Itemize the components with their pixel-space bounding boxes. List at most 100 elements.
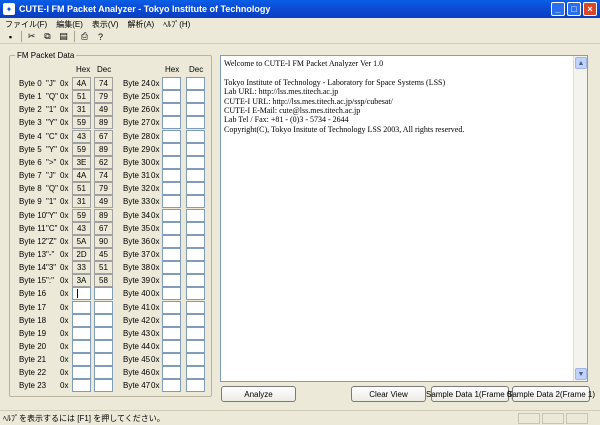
hex-field[interactable] bbox=[162, 208, 181, 222]
dec-field[interactable] bbox=[186, 182, 205, 196]
dec-field[interactable] bbox=[94, 326, 113, 340]
menu-file[interactable]: ファイル(F) bbox=[2, 19, 53, 30]
hex-field[interactable] bbox=[162, 353, 181, 367]
menu-edit[interactable]: 編集(E) bbox=[53, 19, 89, 30]
hex-field[interactable] bbox=[162, 142, 181, 156]
hex-field[interactable]: 59 bbox=[72, 142, 91, 156]
dec-field[interactable] bbox=[94, 313, 113, 327]
minimize-button[interactable]: _ bbox=[551, 2, 565, 16]
hex-field[interactable]: 31 bbox=[72, 103, 91, 117]
menu-analyze[interactable]: 解析(A) bbox=[125, 19, 161, 30]
dec-field[interactable] bbox=[186, 90, 205, 104]
dec-field[interactable]: 51 bbox=[94, 261, 113, 275]
dec-field[interactable]: 58 bbox=[94, 274, 113, 288]
clear-view-button[interactable]: Clear View bbox=[351, 386, 426, 402]
dec-field[interactable]: 79 bbox=[94, 90, 113, 104]
hex-field[interactable]: 4A bbox=[72, 169, 91, 183]
hex-field[interactable]: 43 bbox=[72, 129, 91, 143]
hex-field[interactable] bbox=[72, 340, 91, 353]
hex-field[interactable] bbox=[162, 77, 181, 90]
menu-help[interactable]: ﾍﾙﾌﾟ(H) bbox=[160, 19, 196, 30]
hex-field[interactable]: 3A bbox=[72, 274, 91, 288]
dec-field[interactable] bbox=[186, 340, 205, 353]
analyze-button[interactable]: Analyze bbox=[221, 386, 296, 402]
dec-field[interactable] bbox=[94, 379, 113, 393]
dec-field[interactable] bbox=[186, 379, 205, 393]
hex-field[interactable] bbox=[162, 379, 181, 393]
hex-field[interactable] bbox=[162, 287, 181, 301]
hex-field[interactable] bbox=[162, 221, 181, 235]
sample-data-1-button[interactable]: Sample Data 1(Frame 0) bbox=[426, 386, 514, 402]
dec-field[interactable] bbox=[186, 353, 205, 367]
print-icon[interactable]: ⎙ bbox=[78, 31, 91, 43]
dec-field[interactable]: 62 bbox=[94, 155, 113, 169]
dec-field[interactable]: 89 bbox=[94, 142, 113, 156]
dec-field[interactable] bbox=[186, 116, 205, 130]
dec-field[interactable]: 67 bbox=[94, 221, 113, 235]
hex-field[interactable] bbox=[72, 300, 91, 314]
hex-field[interactable] bbox=[162, 116, 181, 130]
dec-field[interactable] bbox=[186, 261, 205, 275]
hex-field[interactable] bbox=[162, 155, 181, 169]
dec-field[interactable]: 67 bbox=[94, 129, 113, 143]
sample-data-2-button[interactable]: Sample Data 2(Frame 1) bbox=[507, 386, 595, 402]
hex-field[interactable]: 2D bbox=[72, 247, 91, 261]
dec-field[interactable]: 74 bbox=[94, 169, 113, 183]
dec-field[interactable]: 89 bbox=[94, 208, 113, 222]
hex-field[interactable] bbox=[162, 366, 181, 380]
dec-field[interactable] bbox=[186, 155, 205, 169]
hex-field[interactable]: 51 bbox=[72, 90, 91, 104]
copy-icon[interactable]: ⧉ bbox=[41, 31, 54, 43]
maximize-button[interactable]: □ bbox=[567, 2, 581, 16]
dec-field[interactable] bbox=[186, 234, 205, 248]
hex-field[interactable]: 4A bbox=[72, 77, 91, 90]
dec-field[interactable]: 74 bbox=[94, 77, 113, 90]
scroll-up-icon[interactable]: ▲ bbox=[575, 57, 587, 69]
dec-field[interactable] bbox=[186, 313, 205, 327]
dec-field[interactable] bbox=[94, 287, 113, 301]
dec-field[interactable]: 90 bbox=[94, 234, 113, 248]
dec-field[interactable] bbox=[186, 77, 205, 90]
hex-field[interactable] bbox=[162, 261, 181, 275]
dec-field[interactable] bbox=[186, 103, 205, 117]
hex-field[interactable] bbox=[162, 326, 181, 340]
dec-field[interactable] bbox=[186, 366, 205, 380]
log-textarea[interactable]: Welcome to CUTE-I FM Packet Analyzer Ver… bbox=[220, 55, 588, 382]
hex-field[interactable]: 5A bbox=[72, 234, 91, 248]
dec-field[interactable] bbox=[186, 247, 205, 261]
hex-field[interactable]: 3E bbox=[72, 155, 91, 169]
hex-field[interactable]: 43 bbox=[72, 221, 91, 235]
help-icon[interactable]: ? bbox=[94, 31, 107, 43]
hex-field[interactable] bbox=[162, 90, 181, 104]
hex-field[interactable] bbox=[72, 379, 91, 393]
dec-field[interactable]: 45 bbox=[94, 247, 113, 261]
hex-field[interactable] bbox=[162, 313, 181, 327]
dec-field[interactable]: 89 bbox=[94, 116, 113, 130]
hex-field[interactable]: 59 bbox=[72, 116, 91, 130]
dec-field[interactable] bbox=[186, 208, 205, 222]
vertical-scrollbar[interactable]: ▲ ▼ bbox=[573, 56, 587, 381]
hex-field[interactable] bbox=[162, 340, 181, 353]
dec-field[interactable] bbox=[186, 326, 205, 340]
close-button[interactable]: × bbox=[583, 2, 597, 16]
dec-field[interactable] bbox=[186, 287, 205, 301]
hex-field[interactable]: 59 bbox=[72, 208, 91, 222]
hex-field[interactable] bbox=[72, 313, 91, 327]
hex-field[interactable] bbox=[72, 326, 91, 340]
hex-field[interactable] bbox=[162, 195, 181, 209]
dec-field[interactable] bbox=[94, 353, 113, 367]
scroll-down-icon[interactable]: ▼ bbox=[575, 368, 587, 380]
dec-field[interactable]: 79 bbox=[94, 182, 113, 196]
hex-field[interactable] bbox=[162, 274, 181, 288]
hex-field[interactable] bbox=[162, 103, 181, 117]
menu-view[interactable]: 表示(V) bbox=[89, 19, 125, 30]
hex-field[interactable] bbox=[162, 169, 181, 183]
dec-field[interactable] bbox=[186, 221, 205, 235]
dec-field[interactable] bbox=[186, 129, 205, 143]
dec-field[interactable] bbox=[186, 195, 205, 209]
dec-field[interactable] bbox=[186, 142, 205, 156]
dec-field[interactable]: 49 bbox=[94, 103, 113, 117]
save-icon[interactable]: ▪ bbox=[4, 31, 17, 43]
hex-field[interactable]: 33 bbox=[72, 261, 91, 275]
resize-grip-icon[interactable] bbox=[590, 413, 600, 424]
